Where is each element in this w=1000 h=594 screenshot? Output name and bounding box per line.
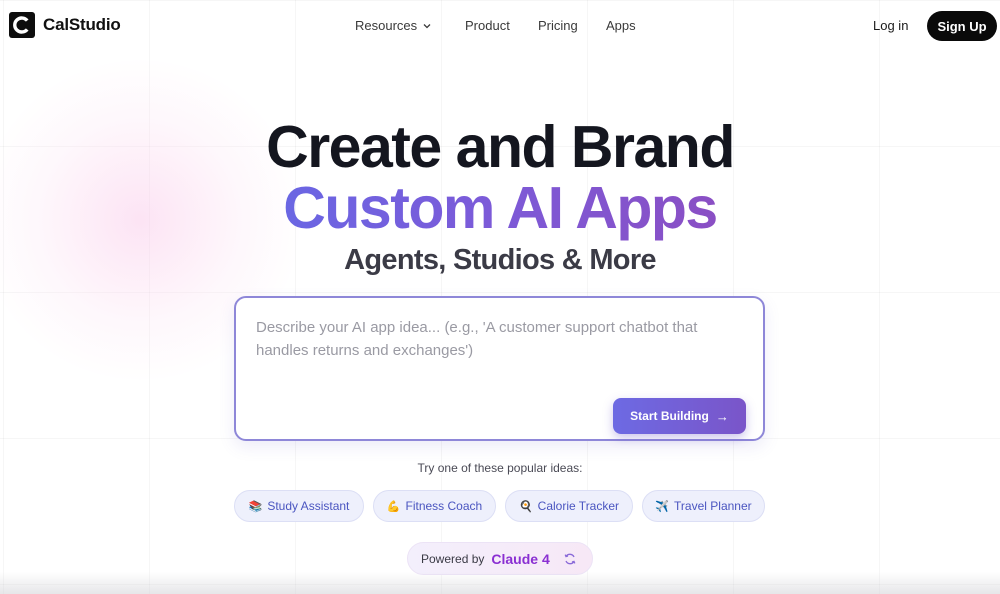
bottom-shadow [0, 572, 1000, 594]
chip-label: Calorie Tracker [537, 499, 620, 513]
nav-link-label: Pricing [538, 18, 578, 33]
hero-title-gradient: Custom AI Apps [0, 175, 1000, 241]
suggestion-chip-fitness-coach[interactable]: 💪 Fitness Coach [373, 490, 496, 522]
suggestion-chip-study-assistant[interactable]: 📚 Study Assistant [234, 490, 364, 522]
chip-label: Fitness Coach [405, 499, 483, 513]
arrow-right-icon: → [715, 408, 729, 424]
top-navigation: CalStudio Resources Product Pricing Apps… [0, 0, 1000, 52]
airplane-icon: ✈️ [655, 500, 670, 513]
hero-subtitle: Agents, Studios & More [344, 244, 656, 276]
nav-link-resources[interactable]: Resources [355, 18, 432, 33]
suggestion-chip-travel-planner[interactable]: ✈️ Travel Planner [642, 490, 765, 522]
chevron-down-icon [423, 23, 431, 28]
frying-pan-icon: 🍳 [518, 500, 533, 513]
login-link[interactable]: Log in [873, 18, 908, 33]
brand-name: CalStudio [43, 15, 121, 34]
start-building-button[interactable]: Start Building → [613, 398, 746, 434]
hero-title-gradient-text: Custom AI Apps [283, 175, 718, 241]
landing-page: CalStudio Resources Product Pricing Apps… [0, 0, 1000, 594]
nav-link-label: Product [465, 18, 510, 33]
nav-link-pricing[interactable]: Pricing [538, 18, 578, 33]
prompt-box: Start Building → [234, 296, 765, 441]
signup-button[interactable]: Sign Up [927, 11, 997, 41]
model-selector[interactable]: Powered by Claude 4 [407, 542, 593, 575]
model-name: Claude 4 [491, 550, 550, 567]
suggestion-chips: 📚 Study Assistant 💪 Fitness Coach 🍳 Calo… [0, 490, 1000, 522]
app-idea-input[interactable] [256, 316, 746, 386]
logo-c-icon [9, 12, 35, 38]
suggestions-heading: Try one of these popular ideas: [417, 461, 583, 475]
start-building-label: Start Building [630, 409, 709, 423]
flexed-biceps-icon: 💪 [386, 500, 401, 513]
nav-link-apps[interactable]: Apps [606, 18, 636, 33]
chip-label: Travel Planner [674, 499, 752, 513]
refresh-icon[interactable] [563, 552, 577, 566]
powered-by-label: Powered by [421, 551, 485, 566]
brand-logo[interactable]: CalStudio [9, 12, 121, 38]
chip-label: Study Assistant [267, 499, 350, 513]
nav-link-label: Resources [355, 18, 418, 33]
nav-link-label: Apps [606, 18, 636, 33]
hero-title: Create and Brand [266, 114, 735, 180]
nav-link-product[interactable]: Product [465, 18, 510, 33]
books-icon: 📚 [248, 500, 263, 513]
suggestion-chip-calorie-tracker[interactable]: 🍳 Calorie Tracker [505, 490, 633, 522]
